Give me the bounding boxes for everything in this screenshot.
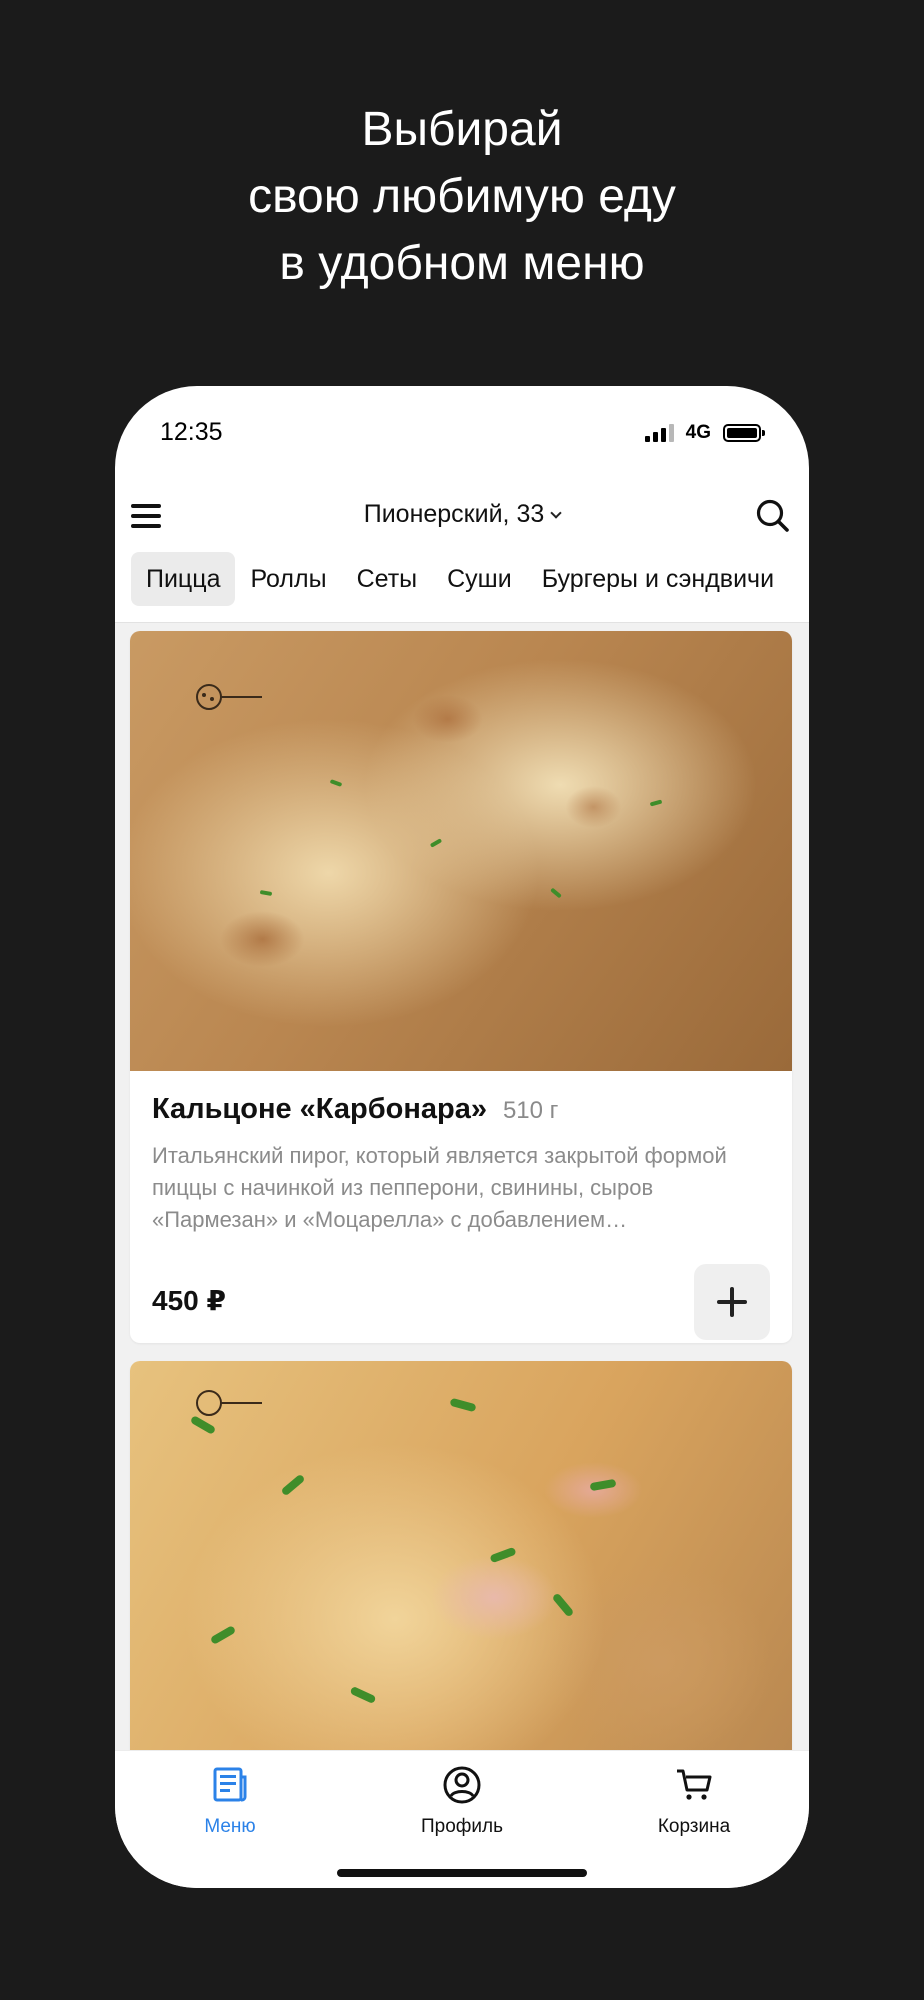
tab-profile-label: Профиль [420,1816,504,1837]
category-tab-sets[interactable]: Сеты [342,552,433,606]
add-to-cart-button[interactable] [694,1264,770,1340]
cart-icon [677,1769,712,1800]
product-description: Итальянский пирог, который является закр… [152,1143,727,1232]
product-weight: 510 г [502,1097,559,1124]
bottom-tab-bar: Меню Профиль Корзина [115,1750,809,1888]
category-tab-sushi[interactable]: Суши [432,552,527,606]
status-bar: 12:35 4G [115,386,809,476]
tab-cart-label: Корзина [657,1816,731,1837]
tab-profile[interactable]: Профиль [382,1765,542,1838]
category-tab-burgers[interactable]: Бургеры и сэндвичи [527,552,789,606]
phone-screen: 12:35 4G Пионерский, 33 Пицца Роллы Сеты… [115,386,809,1888]
category-tab-pizza[interactable]: Пицца [131,552,236,606]
promo-headline-line-2: свою любимую еду [248,170,676,223]
profile-icon [443,1766,481,1804]
promo-headline-line-1: Выбирай [361,103,563,156]
status-time: 12:35 [160,418,223,446]
restaurant-logo-icon [154,1371,264,1443]
product-card[interactable]: Кальцоне «Карбонара» 510 г Итальянский п… [130,631,792,1343]
battery-icon [723,424,765,442]
promo-headline: Выбирай свою любимую еду в удобном меню [0,96,924,297]
product-price: 450 ₽ [152,1285,226,1316]
product-info: Кальцоне «Карбонара» 510 г Итальянский п… [130,1071,792,1340]
product-photo [130,631,792,1071]
app-header: Пионерский, 33 [115,476,809,556]
tab-menu[interactable]: Меню [150,1765,310,1838]
promo-headline-line-3: в удобном меню [279,237,645,290]
chevron-down-icon [550,507,562,519]
product-list[interactable]: Кальцоне «Карбонара» 510 г Итальянский п… [115,622,809,1752]
status-indicators: 4G [644,422,765,444]
home-indicator[interactable] [337,1869,587,1877]
category-tab-rolls[interactable]: Роллы [235,552,341,606]
tab-cart[interactable]: Корзина [614,1765,774,1838]
price-row: 450 ₽ [152,1264,770,1340]
address-selector[interactable]: Пионерский, 33 [115,500,809,529]
cellular-signal-icon [644,424,674,442]
address-label: Пионерский, 33 [363,500,545,528]
restaurant-logo-icon [154,665,264,737]
product-title: Кальцоне «Карбонара» [152,1093,487,1125]
search-icon[interactable] [753,496,793,536]
tab-menu-label: Меню [204,1816,256,1837]
network-type: 4G [685,422,711,443]
menu-list-icon [213,1767,247,1802]
product-photo [130,1361,792,1752]
category-tabs: Пицца Роллы Сеты Суши Бургеры и сэндвичи [131,552,789,606]
product-card[interactable] [130,1361,792,1752]
